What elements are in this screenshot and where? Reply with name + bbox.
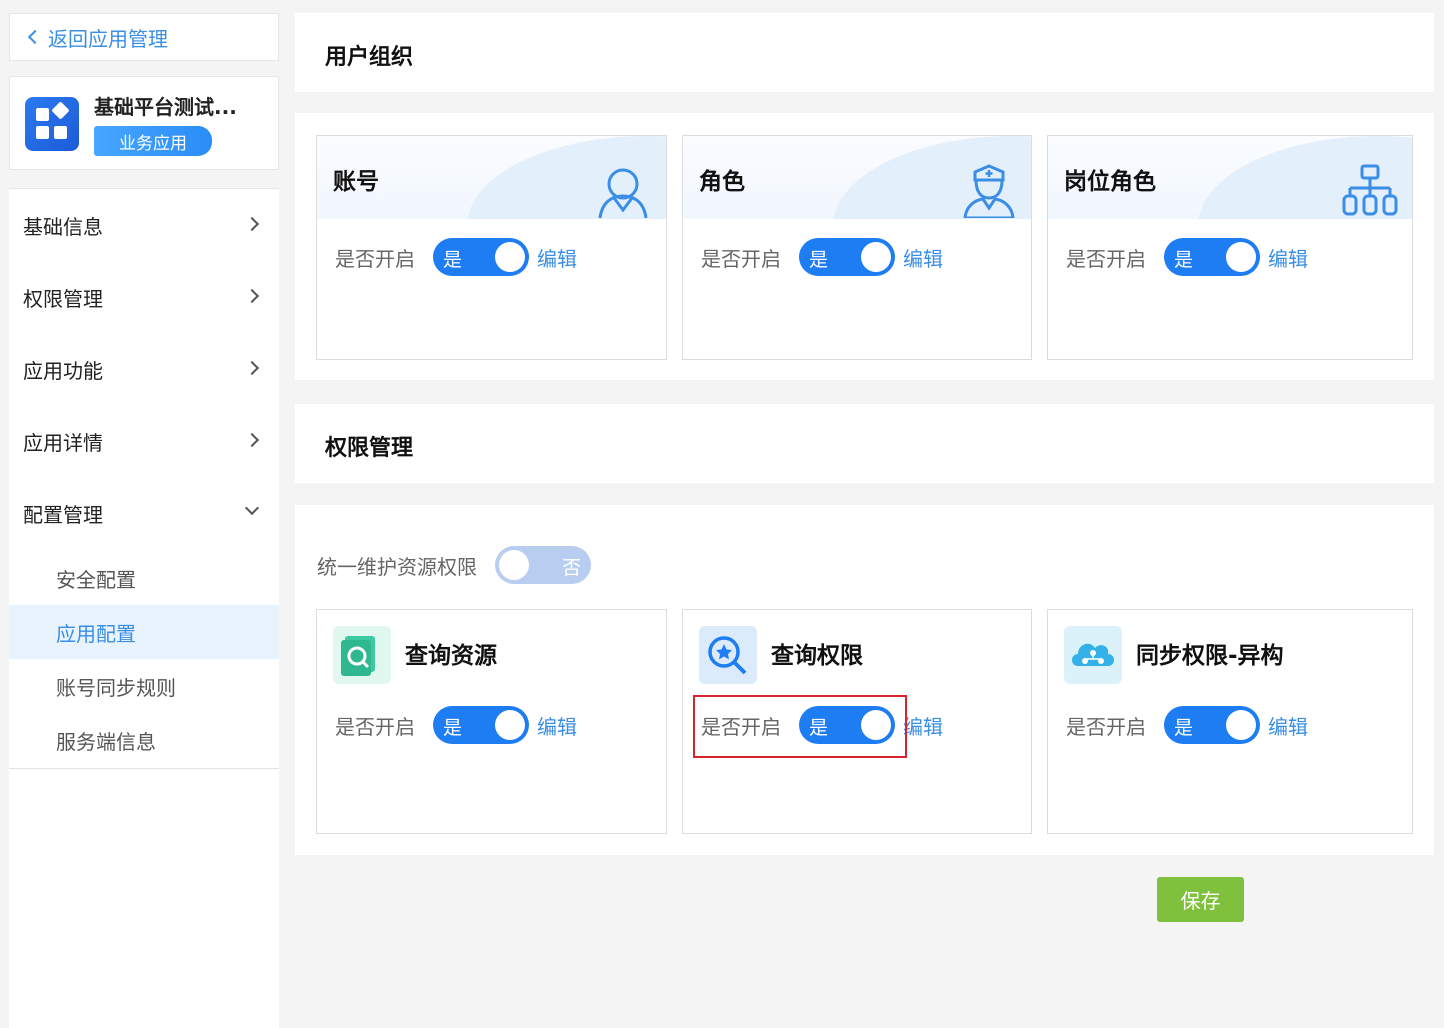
card-title: 查询资源 [405, 643, 497, 669]
highlight-box [693, 695, 907, 758]
unified-permission-toggle[interactable]: 否 [495, 546, 591, 584]
enable-label: 是否开启 [335, 714, 415, 739]
back-link-label: 返回应用管理 [48, 26, 168, 51]
submenu-item-app-config[interactable]: 应用配置 [9, 605, 279, 659]
menu-item-app-features[interactable]: 应用功能 [9, 333, 279, 405]
submenu-item-server-info[interactable]: 服务端信息 [9, 713, 279, 767]
section-title-user-org: 用户组织 [325, 45, 414, 70]
enable-label: 是否开启 [335, 246, 415, 271]
unified-permission-row: 统一维护资源权限 否 [317, 546, 591, 584]
search-permission-icon [699, 626, 757, 684]
menu-item-label: 权限管理 [23, 286, 103, 311]
user-org-panel: 账号 是否开启 是 编辑 角色 是否开启 是 编辑 岗位角色 是否开启 是 编辑 [295, 113, 1434, 380]
card-title: 同步权限-异构 [1136, 643, 1284, 669]
back-to-app-management-link[interactable]: 返回应用管理 [9, 13, 279, 61]
toggle-text: 否 [561, 557, 581, 579]
sidebar-menu: 基础信息 权限管理 应用功能 应用详情 配置管理 安全配置 应用配置 账号同步规… [9, 188, 279, 1028]
app-grid-icon [25, 97, 79, 151]
edit-link[interactable]: 编辑 [537, 711, 577, 740]
enable-row: 是否开启 是 编辑 [1066, 238, 1308, 276]
enable-toggle[interactable]: 是 [433, 706, 529, 744]
toggle-text: 是 [443, 717, 463, 739]
unified-permission-label: 统一维护资源权限 [317, 554, 477, 579]
enable-label: 是否开启 [701, 246, 781, 271]
section-title-permission: 权限管理 [325, 436, 414, 461]
org-chart-icon [1342, 164, 1398, 216]
app-card: 基础平台测试... 业务应用 [9, 76, 279, 170]
edit-link[interactable]: 编辑 [903, 243, 943, 272]
app-type-badge: 业务应用 [94, 126, 212, 156]
edit-link[interactable]: 编辑 [537, 243, 577, 272]
edit-link[interactable]: 编辑 [903, 711, 943, 740]
menu-item-label: 应用详情 [23, 430, 103, 455]
nurse-icon [963, 164, 1015, 218]
enable-row: 是否开启 是 编辑 [1066, 706, 1308, 744]
card-position-role: 岗位角色 是否开启 是 编辑 [1047, 135, 1413, 360]
edit-link[interactable]: 编辑 [1268, 243, 1308, 272]
chevron-left-icon [27, 29, 43, 45]
edit-link[interactable]: 编辑 [1268, 711, 1308, 740]
enable-row: 是否开启 是 编辑 [701, 238, 943, 276]
menu-item-label: 应用功能 [23, 358, 103, 383]
menu-divider [9, 768, 279, 769]
enable-toggle[interactable]: 是 [1164, 706, 1260, 744]
toggle-text: 是 [809, 249, 829, 271]
app-name: 基础平台测试... [94, 95, 237, 119]
enable-toggle[interactable]: 是 [1164, 238, 1260, 276]
chevron-right-icon [244, 432, 260, 448]
menu-item-label: 基础信息 [23, 214, 103, 239]
user-org-header: 用户组织 [295, 13, 1434, 92]
menu-item-basic-info[interactable]: 基础信息 [9, 189, 279, 261]
card-role: 角色 是否开启 是 编辑 [682, 135, 1032, 360]
menu-item-permission-management[interactable]: 权限管理 [9, 261, 279, 333]
save-button[interactable]: 保存 [1157, 877, 1244, 922]
chevron-right-icon [244, 216, 260, 232]
permission-panel: 统一维护资源权限 否 查询资源 是否开启 是 编辑 查询权限 是否开启 是 编辑 [295, 505, 1434, 855]
enable-toggle[interactable]: 是 [433, 238, 529, 276]
enable-label: 是否开启 [1066, 714, 1146, 739]
toggle-text: 是 [1174, 717, 1194, 739]
enable-row: 是否开启 是 编辑 [335, 238, 577, 276]
menu-item-label: 配置管理 [23, 502, 103, 527]
menu-item-config-management[interactable]: 配置管理 [9, 477, 279, 549]
submenu-item-security-config[interactable]: 安全配置 [9, 551, 279, 605]
toggle-text: 是 [443, 249, 463, 271]
menu-item-app-details[interactable]: 应用详情 [9, 405, 279, 477]
chevron-right-icon [244, 360, 260, 376]
user-icon [598, 168, 648, 218]
toggle-text: 是 [1174, 249, 1194, 271]
search-resource-icon [333, 626, 391, 684]
card-query-resource: 查询资源 是否开启 是 编辑 [316, 609, 667, 834]
card-account: 账号 是否开启 是 编辑 [316, 135, 667, 360]
cloud-sync-icon [1064, 626, 1122, 684]
enable-label: 是否开启 [1066, 246, 1146, 271]
enable-row: 是否开启 是 编辑 [335, 706, 577, 744]
card-title: 账号 [333, 169, 379, 195]
card-title: 角色 [699, 169, 745, 195]
sidebar: 返回应用管理 基础平台测试... 业务应用 基础信息 权限管理 应用功能 应用详… [0, 0, 280, 1028]
card-sync-permission-heterogeneous: 同步权限-异构 是否开启 是 编辑 [1047, 609, 1413, 834]
chevron-right-icon [244, 288, 260, 304]
enable-toggle[interactable]: 是 [799, 238, 895, 276]
chevron-down-icon [244, 500, 260, 516]
permission-header: 权限管理 [295, 404, 1434, 483]
card-title: 查询权限 [771, 643, 863, 669]
submenu-item-account-sync-rules[interactable]: 账号同步规则 [9, 659, 279, 713]
card-title: 岗位角色 [1064, 169, 1156, 195]
